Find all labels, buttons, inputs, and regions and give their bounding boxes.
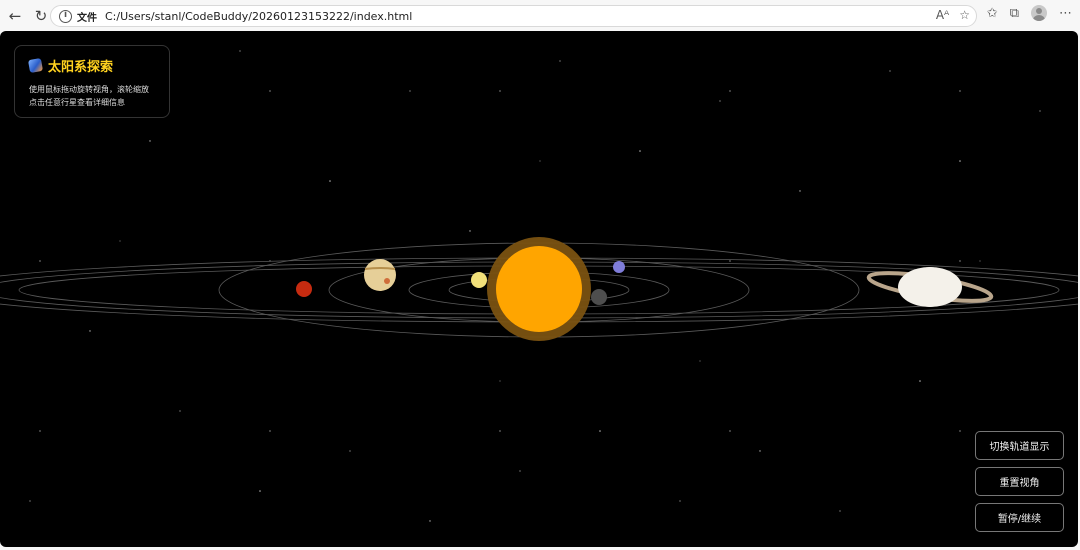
- planet-venus[interactable]: [471, 272, 487, 288]
- pause-resume-button[interactable]: 暂停/继续: [975, 503, 1064, 532]
- read-aloud-icon[interactable]: Aᴬ: [936, 8, 949, 22]
- planet-mercury[interactable]: [591, 289, 607, 305]
- planet-saturn[interactable]: [866, 267, 994, 307]
- more-menu-icon[interactable]: ⋯: [1059, 6, 1072, 21]
- reset-view-button[interactable]: 重置视角: [975, 467, 1064, 496]
- instruction-line-2: 点击任意行星查看详细信息: [29, 98, 125, 107]
- info-panel: 太阳系探索 使用鼠标拖动旋转视角，滚轮缩放 点击任意行星查看详细信息: [14, 45, 170, 118]
- back-arrow-icon[interactable]: ←: [4, 5, 26, 27]
- rocket-icon: [27, 57, 44, 74]
- file-label: 文件: [77, 12, 97, 24]
- favorites-icon[interactable]: ✩: [987, 6, 998, 21]
- sun[interactable]: [496, 246, 582, 332]
- solar-system-viewport[interactable]: 太阳系探索 使用鼠标拖动旋转视角，滚轮缩放 点击任意行星查看详细信息 切换轨道显…: [0, 31, 1078, 547]
- favorite-star-icon[interactable]: ☆: [959, 8, 970, 22]
- address-bar[interactable]: 文件 C:/Users/stanl/CodeBuddy/202601231532…: [50, 5, 977, 27]
- browser-toolbar: ← ↻ 文件 C:/Users/stanl/CodeBuddy/20260123…: [0, 0, 1080, 31]
- info-icon[interactable]: [59, 9, 72, 23]
- instruction-line-1: 使用鼠标拖动旋转视角，滚轮缩放: [29, 85, 149, 94]
- url-text[interactable]: C:/Users/stanl/CodeBuddy/20260123153222/…: [105, 10, 412, 23]
- extensions-icon[interactable]: ⧉: [1010, 6, 1019, 21]
- refresh-icon[interactable]: ↻: [30, 5, 52, 27]
- panel-title: 太阳系探索: [48, 60, 114, 75]
- profile-avatar[interactable]: [1031, 5, 1047, 21]
- planet-neptune[interactable]: [613, 261, 625, 273]
- toggle-orbits-button[interactable]: 切换轨道显示: [975, 431, 1064, 460]
- control-buttons: 切换轨道显示 重置视角 暂停/继续: [975, 431, 1064, 532]
- planet-jupiter[interactable]: [364, 259, 396, 291]
- planet-mars[interactable]: [296, 281, 312, 297]
